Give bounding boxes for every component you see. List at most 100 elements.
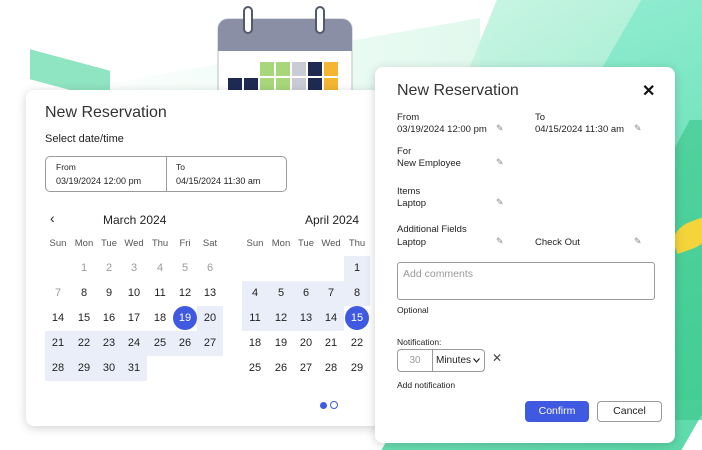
calendar-day[interactable]: 18 bbox=[242, 331, 268, 356]
month-title-march: March 2024 bbox=[103, 213, 167, 227]
notification-label: Notification: bbox=[397, 337, 442, 347]
for-label: For bbox=[397, 146, 412, 157]
calendar-day[interactable]: 25 bbox=[147, 331, 173, 356]
calendar-day[interactable]: 10 bbox=[121, 281, 147, 306]
calendar-day[interactable]: 12 bbox=[172, 281, 198, 306]
edit-additional-icon[interactable]: ✎ bbox=[496, 236, 504, 247]
weekday-label: Thu bbox=[348, 238, 366, 249]
previous-month-icon[interactable]: ‹ bbox=[50, 210, 55, 226]
edit-to-icon[interactable]: ✎ bbox=[634, 123, 642, 134]
calendar-day[interactable]: 23 bbox=[96, 331, 122, 356]
page-dot[interactable] bbox=[330, 401, 338, 409]
calendar-day[interactable]: 14 bbox=[45, 306, 71, 331]
calendar-day[interactable]: 4 bbox=[147, 256, 173, 281]
calendar-day[interactable]: 22 bbox=[71, 331, 97, 356]
additional-fields-label: Additional Fields bbox=[397, 224, 467, 235]
calendar-day[interactable]: 31 bbox=[121, 356, 147, 381]
calendar-day[interactable]: 22 bbox=[344, 331, 370, 356]
calendar-day[interactable]: 15 bbox=[71, 306, 97, 331]
calendar-day[interactable]: 21 bbox=[45, 331, 71, 356]
optional-text: Optional bbox=[397, 305, 429, 315]
weekday-label: Sun bbox=[246, 238, 264, 249]
calendar-day[interactable]: 6 bbox=[197, 256, 223, 281]
comments-placeholder: Add comments bbox=[403, 268, 474, 280]
calendar-day[interactable]: 13 bbox=[197, 281, 223, 306]
weekday-label: Wed bbox=[124, 238, 144, 249]
weekday-label: Tue bbox=[297, 238, 315, 249]
calendar-day[interactable]: 26 bbox=[268, 356, 294, 381]
edit-items-icon[interactable]: ✎ bbox=[496, 197, 504, 208]
calendar-day[interactable]: 11 bbox=[242, 306, 268, 331]
calendar-day[interactable]: 20 bbox=[293, 331, 319, 356]
weekday-label: Thu bbox=[151, 238, 169, 249]
calendar-day[interactable]: 30 bbox=[96, 356, 122, 381]
calendar-day[interactable]: 1 bbox=[71, 256, 97, 281]
calendar-day-selected-start[interactable]: 19 bbox=[172, 306, 198, 331]
calendar-day-selected-end[interactable]: 15 bbox=[344, 306, 370, 331]
weekday-label: Sun bbox=[49, 238, 67, 249]
calendar-day[interactable]: 27 bbox=[197, 331, 223, 356]
calendar-day[interactable]: 3 bbox=[121, 256, 147, 281]
add-notification-link[interactable]: Add notification bbox=[397, 380, 455, 390]
calendar-day[interactable]: 18 bbox=[147, 306, 173, 331]
calendar-day[interactable]: 13 bbox=[293, 306, 319, 331]
weekday-label: Mon bbox=[74, 238, 94, 249]
page-dot-active[interactable] bbox=[320, 402, 327, 409]
date-picker-card: New Reservation Select date/time From 03… bbox=[26, 90, 386, 426]
notification-unit-select[interactable]: Minutes bbox=[436, 350, 471, 371]
calendar-day[interactable]: 28 bbox=[45, 356, 71, 381]
calendar-day[interactable]: 20 bbox=[197, 306, 223, 331]
edit-from-icon[interactable]: ✎ bbox=[496, 123, 504, 134]
additional-fields-value: Laptop bbox=[397, 237, 427, 248]
calendar-day[interactable]: 28 bbox=[318, 356, 344, 381]
remove-notification-icon[interactable]: ✕ bbox=[492, 351, 502, 365]
calendar-day[interactable]: 25 bbox=[242, 356, 268, 381]
cancel-button[interactable]: Cancel bbox=[597, 401, 662, 422]
calendar-day[interactable]: 8 bbox=[71, 281, 97, 306]
to-label: To bbox=[176, 162, 185, 172]
weekday-label: Mon bbox=[271, 238, 291, 249]
comments-textarea[interactable]: Add comments bbox=[397, 262, 655, 300]
calendar-day[interactable]: 7 bbox=[318, 281, 344, 306]
from-value: 03/19/2024 12:00 pm bbox=[397, 124, 487, 135]
calendar-day[interactable]: 29 bbox=[344, 356, 370, 381]
calendar-day[interactable]: 24 bbox=[121, 331, 147, 356]
calendar-day[interactable]: 1 bbox=[344, 256, 370, 281]
calendar-day[interactable]: 6 bbox=[293, 281, 319, 306]
edit-for-icon[interactable]: ✎ bbox=[496, 157, 504, 168]
calendar-day[interactable]: 7 bbox=[45, 281, 71, 306]
notification-input-group: 30 Minutes bbox=[397, 349, 485, 372]
reservation-dialog: New Reservation ✕ From 03/19/2024 12:00 … bbox=[375, 67, 675, 443]
calendar-day[interactable]: 12 bbox=[268, 306, 294, 331]
notification-value-input[interactable]: 30 bbox=[398, 350, 432, 371]
close-icon[interactable]: ✕ bbox=[642, 81, 655, 101]
edit-checkout-icon[interactable]: ✎ bbox=[634, 236, 642, 247]
items-value: Laptop bbox=[397, 198, 427, 209]
calendar-day[interactable]: 4 bbox=[242, 281, 268, 306]
calendar-day[interactable]: 29 bbox=[71, 356, 97, 381]
calendar-day[interactable]: 27 bbox=[293, 356, 319, 381]
items-label: Items bbox=[397, 186, 421, 197]
from-value[interactable]: 03/19/2024 12:00 pm bbox=[56, 176, 141, 186]
calendar-day[interactable]: 8 bbox=[344, 281, 370, 306]
weekday-label: Wed bbox=[321, 238, 341, 249]
checkout-value: Check Out bbox=[535, 237, 580, 248]
month-title-april: April 2024 bbox=[305, 213, 360, 227]
calendar-day[interactable]: 5 bbox=[172, 256, 198, 281]
to-value[interactable]: 04/15/2024 11:30 am bbox=[176, 176, 260, 186]
weekday-label: Tue bbox=[100, 238, 118, 249]
confirm-button[interactable]: Confirm bbox=[525, 401, 589, 422]
calendar-day[interactable]: 9 bbox=[96, 281, 122, 306]
calendar-day[interactable]: 17 bbox=[121, 306, 147, 331]
calendar-day[interactable]: 19 bbox=[268, 331, 294, 356]
calendar-day[interactable]: 5 bbox=[268, 281, 294, 306]
calendar-day[interactable]: 11 bbox=[147, 281, 173, 306]
from-label: From bbox=[56, 162, 76, 172]
calendar-day[interactable]: 21 bbox=[318, 331, 344, 356]
date-range-field[interactable]: From 03/19/2024 12:00 pm To 04/15/2024 1… bbox=[45, 156, 287, 192]
calendar-day[interactable]: 14 bbox=[318, 306, 344, 331]
from-label: From bbox=[397, 112, 420, 123]
calendar-day[interactable]: 26 bbox=[172, 331, 198, 356]
calendar-day[interactable]: 16 bbox=[96, 306, 122, 331]
calendar-day[interactable]: 2 bbox=[96, 256, 122, 281]
